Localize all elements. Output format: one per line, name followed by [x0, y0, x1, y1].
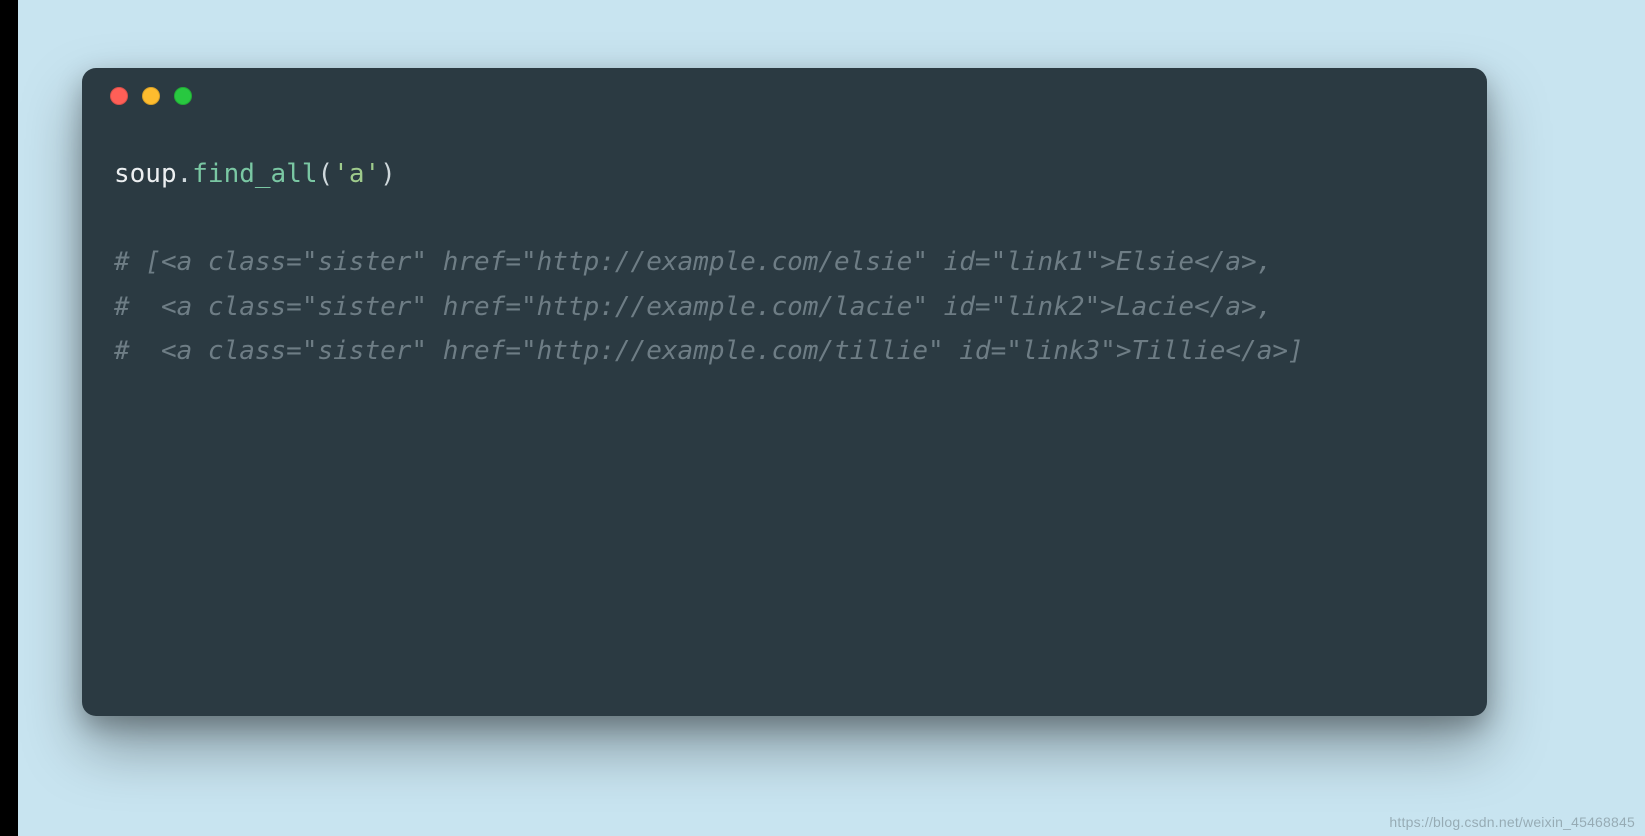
- code-punct-lparen: (: [318, 159, 334, 189]
- code-identifier: soup: [114, 159, 177, 189]
- code-comment-line: # <a class="sister" href="http://example…: [114, 292, 1272, 322]
- zoom-icon[interactable]: [174, 87, 192, 105]
- watermark-text: https://blog.csdn.net/weixin_45468845: [1389, 814, 1635, 830]
- minimize-icon[interactable]: [142, 87, 160, 105]
- code-comment-line: # [<a class="sister" href="http://exampl…: [114, 247, 1272, 277]
- stage: soup.find_all('a') # [<a class="sister" …: [0, 0, 1645, 836]
- code-punct-dot: .: [177, 159, 193, 189]
- close-icon[interactable]: [110, 87, 128, 105]
- code-punct-rparen: ): [380, 159, 396, 189]
- code-function: find_all: [192, 159, 317, 189]
- left-black-edge: [0, 0, 18, 836]
- code-comment-line: # <a class="sister" href="http://example…: [114, 336, 1304, 366]
- code-area: soup.find_all('a') # [<a class="sister" …: [82, 124, 1487, 405]
- code-window: soup.find_all('a') # [<a class="sister" …: [82, 68, 1487, 716]
- code-string: 'a': [333, 159, 380, 189]
- window-titlebar: [82, 68, 1487, 124]
